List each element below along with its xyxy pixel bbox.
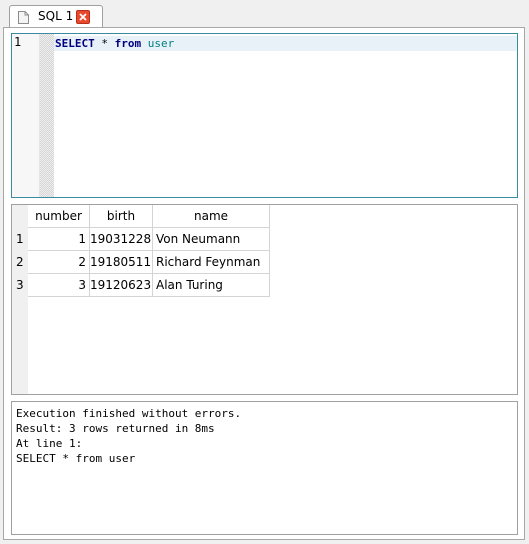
row-number[interactable]: 1	[12, 228, 28, 251]
close-icon[interactable]	[76, 10, 90, 24]
row-number[interactable]: 2	[12, 251, 28, 274]
column-header-number[interactable]: number	[28, 205, 90, 228]
cell-number[interactable]: 2	[28, 251, 90, 274]
fold-margin	[40, 34, 54, 197]
tab-bar: SQL 1	[0, 0, 529, 28]
table-identifier: user	[147, 37, 175, 50]
keyword-select: SELECT	[55, 37, 95, 50]
log-line: Result: 3 rows returned in 8ms	[16, 422, 215, 435]
cell-name[interactable]: Alan Turing	[153, 274, 270, 297]
log-line: Execution finished without errors.	[16, 407, 242, 420]
cell-birth[interactable]: 19180511	[90, 251, 153, 274]
line-number-gutter: 1	[12, 34, 40, 197]
tab-sql-1[interactable]: SQL 1	[9, 5, 103, 28]
column-header-birth[interactable]: birth	[90, 205, 153, 228]
cell-name[interactable]: Richard Feynman	[153, 251, 270, 274]
message-log[interactable]: Execution finished without errors. Resul…	[11, 401, 518, 535]
operator-star: *	[101, 37, 108, 50]
cell-name[interactable]: Von Neumann	[153, 228, 270, 251]
sql-editor[interactable]: 1 SELECT * from user	[11, 33, 518, 198]
row-number[interactable]: 3	[12, 274, 28, 297]
column-header-name[interactable]: name	[153, 205, 270, 228]
cell-birth[interactable]: 19120623	[90, 274, 153, 297]
line-number: 1	[14, 35, 22, 49]
log-line: SELECT * from user	[16, 452, 136, 465]
code-line: SELECT * from user	[55, 37, 174, 50]
keyword-from: from	[114, 37, 142, 50]
log-line: At line 1:	[16, 437, 83, 450]
results-grid[interactable]: number birth name 1 1 19031228 Von Neuma…	[11, 204, 518, 395]
document-icon	[18, 11, 29, 24]
cell-birth[interactable]: 19031228	[90, 228, 153, 251]
tab-label: SQL 1	[38, 9, 74, 23]
cell-number[interactable]: 3	[28, 274, 90, 297]
cell-number[interactable]: 1	[28, 228, 90, 251]
